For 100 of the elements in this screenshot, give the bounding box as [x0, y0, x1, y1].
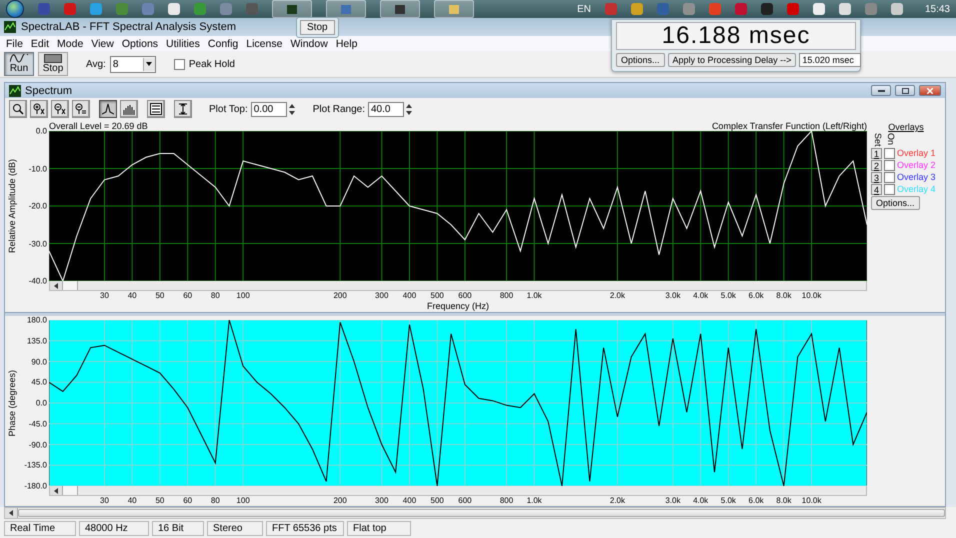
horizontal-scrollbar[interactable]: [4, 507, 946, 519]
overlay-set-button[interactable]: 1: [871, 148, 882, 159]
window-icon: [449, 4, 459, 14]
window-icon: [341, 4, 351, 14]
x-tick-label: 40: [128, 496, 137, 505]
menu-item[interactable]: Options: [118, 38, 162, 50]
menu-item[interactable]: Mode: [53, 38, 88, 50]
peak-hold-checkbox[interactable]: Peak Hold: [174, 58, 235, 70]
tray-icon[interactable]: [760, 3, 773, 15]
taskbar-button[interactable]: [380, 0, 420, 18]
apply-delay-button[interactable]: Apply to Processing Delay -->: [668, 53, 796, 67]
overlay-label: Overlay 2: [897, 160, 936, 170]
menu-item[interactable]: License: [242, 38, 286, 50]
x-tick-label: 50: [155, 291, 164, 300]
y-tick-label: -180.0: [24, 482, 47, 490]
taskbar-button[interactable]: [272, 0, 312, 18]
overlay-label: Overlay 1: [897, 148, 936, 158]
scroll-thumb[interactable]: [63, 486, 78, 495]
language-indicator[interactable]: EN: [577, 4, 591, 14]
run-button[interactable]: Run: [4, 52, 34, 76]
options-button[interactable]: Options...: [616, 53, 665, 67]
x-tick-label: 8.0k: [776, 496, 792, 505]
close-button[interactable]: [919, 85, 941, 96]
x-tick-label: 800: [500, 496, 514, 505]
overlay-checkbox[interactable]: [884, 184, 895, 195]
left-arrow-icon[interactable]: [9, 510, 13, 516]
x-tick-label: 5.0k: [720, 291, 736, 300]
tool-button[interactable]: [30, 100, 48, 118]
overlay-set-button[interactable]: 2: [871, 160, 882, 171]
x-tick-label: 40: [128, 291, 137, 300]
x-tick-label: 6.0k: [748, 496, 764, 505]
x-tick-label: 6.0k: [748, 291, 764, 300]
tool-button[interactable]: [120, 100, 138, 118]
y-tick-label: 135.0: [26, 336, 47, 346]
overlay-label: Overlay 4: [897, 184, 936, 194]
status-field: FFT 65536 pts: [266, 521, 344, 536]
y-tick-label: 45.0: [31, 378, 47, 387]
tray-icon[interactable]: [630, 3, 643, 15]
plot-range-field[interactable]: 40.0: [368, 102, 404, 116]
menu-item[interactable]: Help: [332, 38, 362, 50]
stop-button[interactable]: Stop: [38, 52, 68, 76]
tray-icon[interactable]: [838, 3, 851, 15]
tray-icon[interactable]: [812, 3, 825, 15]
overlay-set-button[interactable]: 3: [871, 172, 882, 183]
x-tick-label: 10.0k: [802, 496, 822, 505]
app-icon[interactable]: [168, 3, 180, 15]
x-tick-label: 60: [183, 496, 192, 505]
sine-wave-icon: [10, 54, 28, 63]
clock: 15:43: [924, 4, 950, 14]
x-tick-label: 200: [333, 496, 347, 505]
overlay-label: Overlay 3: [897, 172, 936, 182]
start-button[interactable]: [6, 0, 24, 18]
maximize-button[interactable]: [895, 85, 915, 96]
x-tick-label: 3.0k: [665, 496, 680, 505]
y-tick-label: -45.0: [28, 419, 47, 428]
x-tick-label: 600: [458, 291, 472, 300]
x-tick-label: 500: [430, 291, 444, 300]
menu-item[interactable]: Window: [286, 38, 332, 50]
y-tick-label: -20.0: [28, 202, 47, 210]
x-tick-label: 80: [210, 291, 220, 300]
tool-button[interactable]: [174, 100, 192, 118]
tray-icon[interactable]: [890, 3, 903, 15]
menu-item[interactable]: Config: [204, 38, 242, 50]
tool-button[interactable]: [99, 100, 117, 118]
overlay-set-button[interactable]: 4: [871, 184, 882, 195]
x-tick-label: 400: [402, 496, 416, 505]
minimize-icon: [878, 90, 884, 92]
scroll-thumb[interactable]: [18, 509, 945, 517]
window-title: Spectrum: [25, 84, 72, 96]
menu-item[interactable]: View: [87, 38, 118, 50]
overlay-checkbox[interactable]: [884, 172, 895, 183]
tool-button[interactable]: [9, 100, 27, 118]
overlay-checkbox[interactable]: [884, 160, 895, 171]
left-arrow-icon[interactable]: [54, 282, 58, 288]
scroll-thumb[interactable]: [63, 281, 78, 290]
tool-button[interactable]: [51, 100, 69, 118]
tool-button[interactable]: [72, 100, 90, 118]
x-tick-label: 5.0k: [720, 496, 736, 505]
set-header: Set: [873, 133, 883, 147]
plot-top-field[interactable]: 0.00: [250, 102, 287, 116]
minimize-button[interactable]: [871, 85, 891, 96]
left-arrow-icon[interactable]: [54, 488, 58, 494]
menu-item[interactable]: Edit: [26, 38, 54, 50]
avg-dropdown[interactable]: 8: [110, 56, 156, 72]
spin-arrows-icon: [288, 102, 296, 116]
x-tick-label: 60: [183, 291, 192, 300]
stop-button[interactable]: Stop: [300, 20, 335, 35]
tool-button[interactable]: [147, 100, 165, 118]
status-field: Stereo: [207, 521, 263, 536]
line-graph-icon: [102, 103, 114, 115]
x-tick-label: 800: [500, 291, 514, 300]
maximize-icon: [902, 88, 908, 94]
horizontal-scrollbar[interactable]: [49, 281, 867, 291]
menu-item[interactable]: Utilities: [162, 38, 204, 50]
options-button[interactable]: Options...: [871, 196, 920, 210]
overlay-checkbox[interactable]: [884, 148, 895, 159]
delay-field[interactable]: 15.020 msec: [799, 53, 862, 67]
mode-label: Complex Transfer Function (Left/Right): [712, 121, 867, 131]
menu-item[interactable]: File: [2, 38, 27, 50]
horizontal-scrollbar[interactable]: [49, 486, 867, 496]
